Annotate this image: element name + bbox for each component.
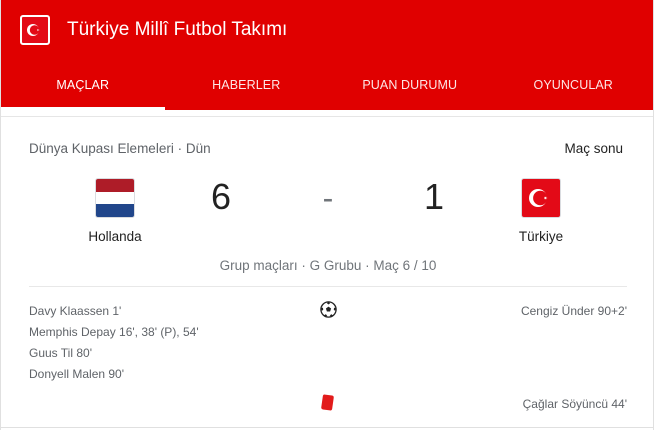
away-scorer: Cengiz Ünder 90+2'	[520, 304, 627, 318]
soccer-ball-icon	[320, 301, 337, 318]
score-separator: -	[322, 180, 334, 216]
red-card-icon	[321, 394, 334, 411]
team-flag-icon	[20, 15, 50, 45]
home-scorer: Davy Klaassen 1'	[29, 304, 122, 318]
team-header: Türkiye Millî Futbol Takımı MAÇLAR HABER…	[1, 0, 654, 110]
home-team-name[interactable]: Hollanda	[75, 229, 155, 244]
divider	[1, 116, 653, 117]
home-scorer: Donyell Malen 90'	[29, 367, 125, 381]
tab-matches[interactable]: MAÇLAR	[1, 62, 165, 110]
away-score: 1	[423, 176, 445, 217]
tab-standings[interactable]: PUAN DURUMU	[328, 62, 492, 110]
match-card[interactable]: Dünya Kupası Elemeleri · Dün Maç sonu Ho…	[1, 110, 653, 430]
divider	[1, 427, 653, 428]
match-widget: Türkiye Millî Futbol Takımı MAÇLAR HABER…	[0, 0, 654, 430]
home-scorer: Guus Til 80'	[29, 346, 92, 360]
netherlands-flag-icon	[95, 178, 135, 218]
team-title[interactable]: Türkiye Millî Futbol Takımı	[67, 19, 287, 41]
away-red-card: Çağlar Söyüncü 44'	[522, 397, 627, 411]
tab-bar: MAÇLAR HABERLER PUAN DURUMU OYUNCULAR	[1, 62, 654, 110]
tab-news[interactable]: HABERLER	[165, 62, 329, 110]
match-status: Maç sonu	[564, 141, 623, 156]
tab-players[interactable]: OYUNCULAR	[492, 62, 654, 110]
away-team-name[interactable]: Türkiye	[501, 229, 581, 244]
divider	[29, 286, 627, 287]
home-scorer: Memphis Depay 16', 38' (P), 54'	[29, 325, 199, 339]
home-score: 6	[210, 176, 232, 217]
group-info: Grup maçları · G Grubu · Maç 6 / 10	[219, 258, 437, 273]
competition-label: Dünya Kupası Elemeleri · Dün	[29, 141, 211, 156]
turkey-flag-icon	[521, 178, 561, 218]
